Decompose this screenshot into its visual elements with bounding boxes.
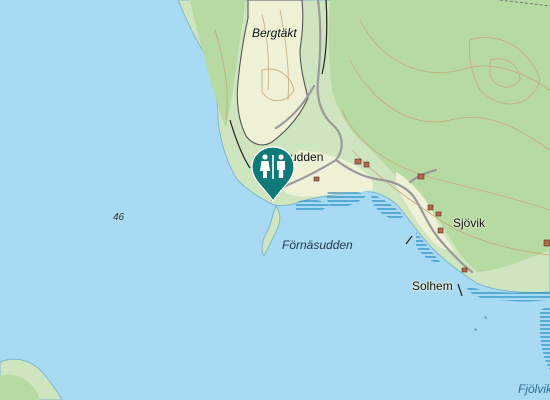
svg-text:*: * xyxy=(484,315,487,324)
toilet-icon xyxy=(260,154,285,179)
marker-pin-icon xyxy=(251,146,295,203)
place-label-bergtakt: Bergtäkt xyxy=(252,26,297,40)
place-label-sjovik: Sjövik xyxy=(453,216,486,230)
place-label-fornasudden: Förnäsudden xyxy=(282,238,353,252)
svg-text:*: * xyxy=(474,327,477,336)
depth-label: 46 xyxy=(113,212,125,223)
water-label-fjolvik: Fjölvik xyxy=(518,382,550,396)
map-canvas[interactable]: * * Bergtäkt udden Förnäsudden Sjövik So… xyxy=(0,0,550,400)
toilet-marker[interactable] xyxy=(250,145,296,203)
place-label-solhem: Solhem xyxy=(412,279,453,293)
